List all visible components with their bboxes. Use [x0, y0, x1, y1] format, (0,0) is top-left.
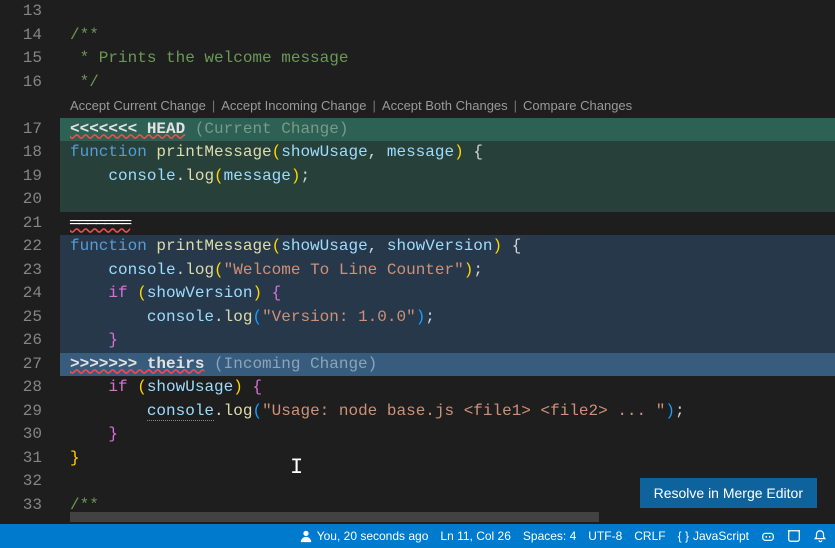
scrollbar-thumb[interactable]: [70, 512, 599, 522]
language-status[interactable]: { } JavaScript: [678, 529, 749, 543]
compare-link[interactable]: Compare Changes: [523, 94, 632, 118]
doc-comment-close: */: [70, 73, 99, 91]
current-change-line: function printMessage(showUsage, message…: [60, 141, 835, 165]
code-line: }: [60, 447, 835, 471]
merge-codelens: Accept Current Change | Accept Incoming …: [60, 94, 835, 118]
doc-comment-body: * Prints the welcome message: [70, 49, 348, 67]
incoming-change-line: if (showVersion) {: [60, 282, 835, 306]
resolve-merge-button[interactable]: Resolve in Merge Editor: [640, 478, 817, 508]
accept-current-link[interactable]: Accept Current Change: [70, 94, 206, 118]
incoming-change-line: }: [60, 329, 835, 353]
incoming-change-line: function printMessage(showUsage, showVer…: [60, 235, 835, 259]
code-line: if (showUsage) {: [60, 376, 835, 400]
bell-icon[interactable]: [813, 529, 827, 543]
eol-status[interactable]: CRLF: [634, 529, 665, 543]
conflict-head-marker: <<<<<<< HEAD (Current Change): [60, 118, 835, 142]
feedback-icon[interactable]: [787, 529, 801, 543]
braces-icon: { }: [678, 529, 689, 543]
doc-comment-open: /**: [70, 26, 99, 44]
doc-comment-open: /**: [70, 496, 99, 514]
accept-incoming-link[interactable]: Accept Incoming Change: [221, 94, 366, 118]
cursor-position-status[interactable]: Ln 11, Col 26: [440, 529, 511, 543]
text-cursor-icon: I: [290, 456, 291, 476]
line-number-gutter: 13 14 15 16 17 18 19 20 21 22 23 24 25 2…: [0, 0, 60, 524]
indent-status[interactable]: Spaces: 4: [523, 529, 576, 543]
incoming-change-line: console.log("Version: 1.0.0");: [60, 306, 835, 330]
conflict-theirs-marker: >>>>>>> theirs (Incoming Change): [60, 353, 835, 377]
encoding-status[interactable]: UTF-8: [588, 529, 622, 543]
code-line: }: [60, 423, 835, 447]
code-area[interactable]: /** * Prints the welcome message */ Acce…: [60, 0, 835, 524]
current-change-line: [60, 188, 835, 212]
code-line: console.log("Usage: node base.js <file1>…: [60, 400, 835, 424]
accept-both-link[interactable]: Accept Both Changes: [382, 94, 508, 118]
status-bar: You, 20 seconds ago Ln 11, Col 26 Spaces…: [0, 524, 835, 548]
copilot-icon[interactable]: [761, 529, 775, 543]
blame-status[interactable]: You, 20 seconds ago: [299, 529, 429, 543]
incoming-change-line: console.log("Welcome To Line Counter");: [60, 259, 835, 283]
current-change-line: console.log(message);: [60, 165, 835, 189]
horizontal-scrollbar[interactable]: [70, 512, 825, 522]
conflict-separator: ═══════: [60, 212, 835, 236]
